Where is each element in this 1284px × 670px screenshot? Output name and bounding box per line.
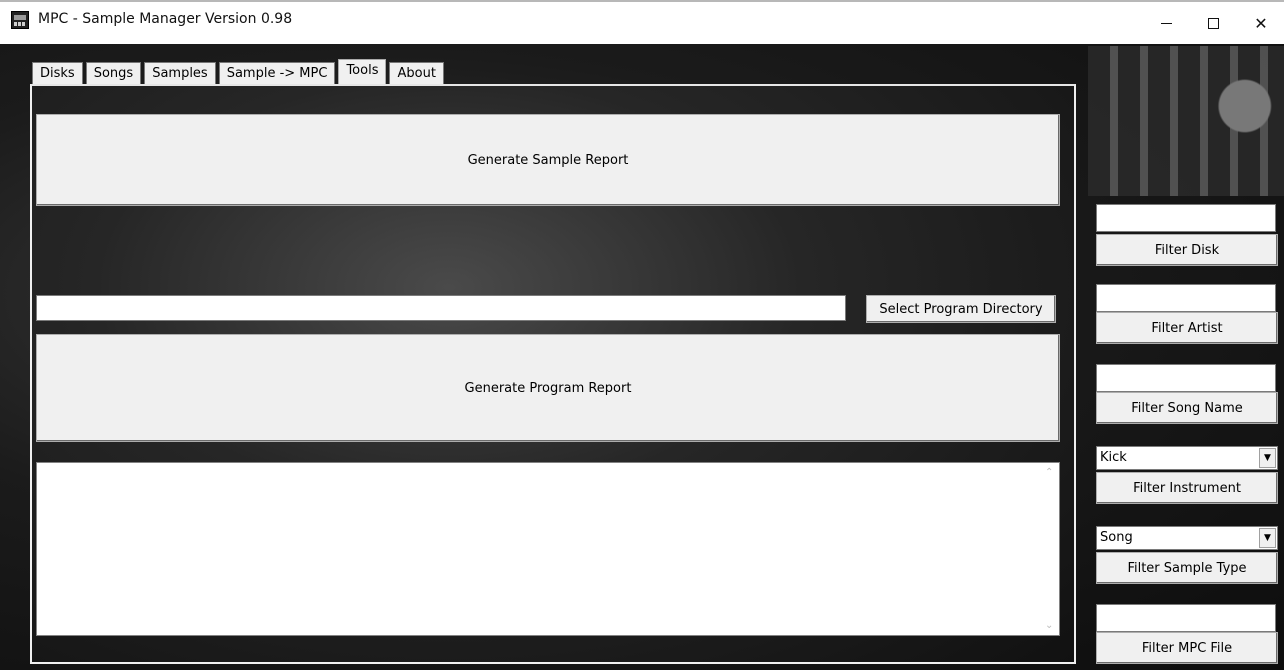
mpc-hardware-image xyxy=(1088,46,1284,196)
tab-disks[interactable]: Disks xyxy=(32,62,83,84)
window-body: Disks Songs Samples Sample -> MPC Tools … xyxy=(0,44,1284,670)
close-button[interactable]: ✕ xyxy=(1238,2,1284,44)
filter-artist-button[interactable]: Filter Artist xyxy=(1096,312,1278,344)
filter-sample-type-button[interactable]: Filter Sample Type xyxy=(1096,552,1278,584)
output-scrollbar[interactable]: ⌃ ⌄ xyxy=(1041,463,1059,635)
tab-bar: Disks Songs Samples Sample -> MPC Tools … xyxy=(32,59,447,84)
instrument-select-value: Kick xyxy=(1100,450,1127,465)
minimize-icon xyxy=(1160,22,1172,24)
scroll-up-icon[interactable]: ⌃ xyxy=(1045,467,1053,478)
select-program-directory-button[interactable]: Select Program Directory xyxy=(866,295,1056,323)
filter-artist-input[interactable] xyxy=(1096,284,1276,312)
report-output-textarea[interactable]: ⌃ ⌄ xyxy=(36,462,1060,636)
window-title: MPC - Sample Manager Version 0.98 xyxy=(38,11,293,27)
tab-samples[interactable]: Samples xyxy=(144,62,216,84)
filter-mpc-file-input[interactable] xyxy=(1096,604,1276,632)
tab-tools[interactable]: Tools xyxy=(338,59,387,84)
minimize-button[interactable] xyxy=(1143,2,1189,44)
tab-about[interactable]: About xyxy=(389,62,444,84)
sample-type-select-value: Song xyxy=(1100,530,1133,545)
maximize-icon xyxy=(1207,17,1219,29)
generate-sample-report-button[interactable]: Generate Sample Report xyxy=(36,114,1060,206)
sample-type-select[interactable]: Song ▼ xyxy=(1096,526,1278,550)
tab-sample-to-mpc[interactable]: Sample -> MPC xyxy=(218,62,336,84)
filter-disk-input[interactable] xyxy=(1096,204,1276,232)
filter-song-name-button[interactable]: Filter Song Name xyxy=(1096,392,1278,424)
close-icon: ✕ xyxy=(1254,13,1268,33)
maximize-button[interactable] xyxy=(1190,2,1236,44)
filter-song-name-input[interactable] xyxy=(1096,364,1276,392)
title-bar: MPC - Sample Manager Version 0.98 ✕ xyxy=(0,0,1284,44)
chevron-down-icon[interactable]: ▼ xyxy=(1259,448,1276,468)
tab-songs[interactable]: Songs xyxy=(85,62,142,84)
program-directory-input[interactable] xyxy=(36,295,846,321)
generate-program-report-button[interactable]: Generate Program Report xyxy=(36,334,1060,442)
chevron-down-icon[interactable]: ▼ xyxy=(1259,528,1276,548)
instrument-select[interactable]: Kick ▼ xyxy=(1096,446,1278,470)
tools-panel: Generate Sample Report Select Program Di… xyxy=(30,84,1076,664)
mpc-app-icon xyxy=(11,11,29,29)
filter-instrument-button[interactable]: Filter Instrument xyxy=(1096,472,1278,504)
scroll-down-icon[interactable]: ⌄ xyxy=(1045,620,1053,631)
filter-mpc-file-button[interactable]: Filter MPC File xyxy=(1096,632,1278,664)
filter-disk-button[interactable]: Filter Disk xyxy=(1096,234,1278,266)
